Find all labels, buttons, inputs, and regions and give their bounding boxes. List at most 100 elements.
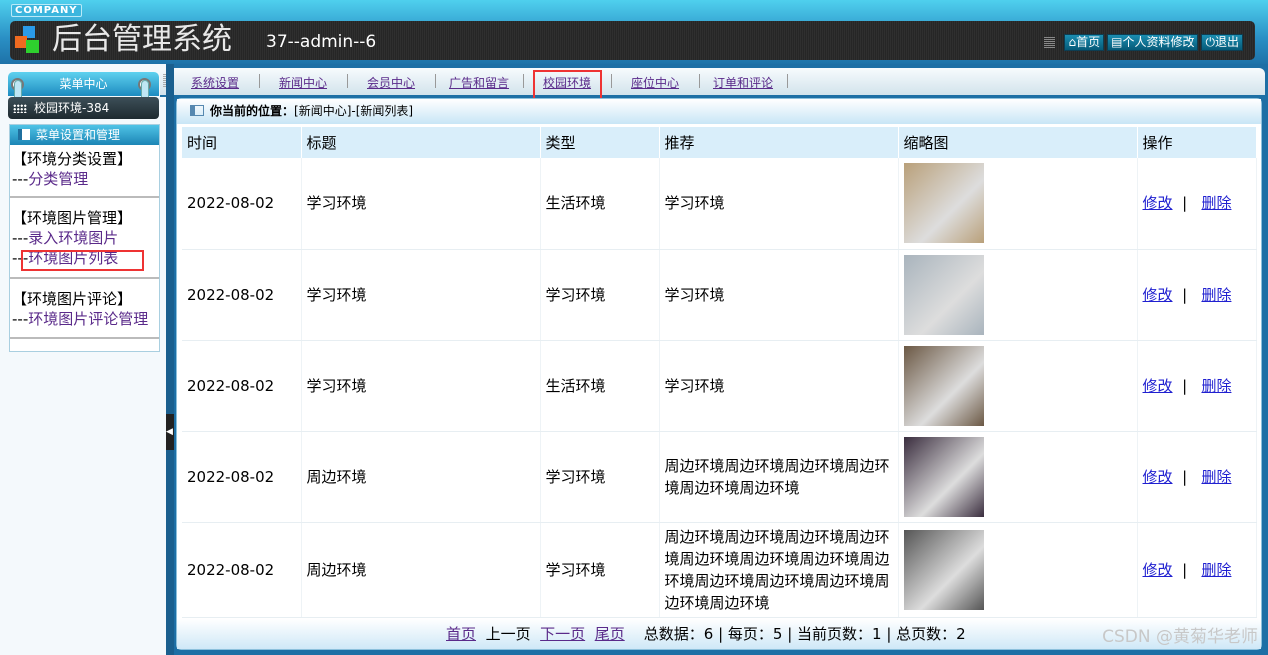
data-table: 时间 标题 类型 推荐 缩略图 操作 2022-08-02 学习环境 生活环境 … <box>182 127 1257 618</box>
edit-link[interactable]: 修改 <box>1143 377 1173 395</box>
thumbnail-image[interactable] <box>903 529 984 610</box>
header: COMPANY 后台管理系统 37--admin--6 ⌂首页 ▤个人资料修改 … <box>0 0 1268 64</box>
highlight-box <box>21 250 144 271</box>
nav-item-news[interactable]: 新闻中心 <box>279 74 327 91</box>
cell-recommend: 学习环境 <box>659 158 899 250</box>
profile-edit-button[interactable]: ▤个人资料修改 <box>1107 34 1199 51</box>
cell-thumbnail <box>898 340 1138 432</box>
cell-thumbnail <box>898 158 1138 250</box>
col-title: 标题 <box>301 127 541 158</box>
cell-type: 学习环境 <box>540 431 660 523</box>
cell-title: 周边环境 <box>301 431 541 523</box>
link-comment-manage[interactable]: 环境图片评论管理 <box>28 310 148 328</box>
user-info: 37--admin--6 <box>266 32 377 52</box>
cell-date: 2022-08-02 <box>182 431 302 523</box>
table-row: 2022-08-02 学习环境 生活环境 学习环境 修改 | 删除 <box>182 340 1257 432</box>
table-row: 2022-08-02 周边环境 学习环境 周边环境周边环境周边环境周边环境周边环… <box>182 431 1257 523</box>
app-title: 后台管理系统 <box>52 22 232 57</box>
cell-title: 学习环境 <box>301 249 541 341</box>
list-icon <box>18 129 30 140</box>
edit-link[interactable]: 修改 <box>1143 194 1173 212</box>
thumbnail-image[interactable] <box>903 436 984 517</box>
cell-type: 生活环境 <box>540 340 660 432</box>
home-icon: ⌂ <box>1068 35 1077 49</box>
cell-recommend: 学习环境 <box>659 249 899 341</box>
thumbnail-image[interactable] <box>903 163 984 244</box>
delete-link[interactable]: 删除 <box>1201 561 1231 579</box>
table-row: 2022-08-02 学习环境 学习环境 学习环境 修改 | 删除 <box>182 249 1257 341</box>
cell-recommend: 周边环境周边环境周边环境周边环境周边环境周边环境 <box>659 431 899 523</box>
page-summary: 总数据：6 | 每页：5 | 当前页数：1 | 总页数：2 <box>643 625 966 643</box>
power-icon: ⏻ <box>1205 35 1215 49</box>
delete-link[interactable]: 删除 <box>1201 286 1231 304</box>
menu-lines-icon <box>1044 37 1056 48</box>
col-thumbnail: 缩略图 <box>898 127 1138 158</box>
delete-link[interactable]: 删除 <box>1201 468 1231 486</box>
menu-box-header: 菜单设置和管理 <box>10 125 159 145</box>
edit-link[interactable]: 修改 <box>1143 468 1173 486</box>
cell-date: 2022-08-02 <box>182 249 302 341</box>
main-panel: 你当前的位置：[新闻中心]-[新闻列表] 时间 标题 类型 推荐 缩略图 操作 … <box>176 98 1262 650</box>
cell-actions: 修改 | 删除 <box>1137 340 1257 432</box>
cell-type: 学习环境 <box>540 522 660 618</box>
splitter[interactable] <box>166 64 174 655</box>
cell-actions: 修改 | 删除 <box>1137 249 1257 341</box>
current-module[interactable]: 校园环境-384 <box>8 97 159 119</box>
thumbnail-image[interactable] <box>903 345 984 426</box>
cell-actions: 修改 | 删除 <box>1137 522 1257 618</box>
prev-page: 上一页 <box>485 625 531 643</box>
cell-recommend: 周边环境周边环境周边环境周边环境周边环境周边环境周边环境周边环境周边环境周边环境… <box>659 522 899 618</box>
edit-link[interactable]: 修改 <box>1143 561 1173 579</box>
cell-type: 学习环境 <box>540 249 660 341</box>
breadcrumb: 你当前的位置：[新闻中心]-[新闻列表] <box>177 99 1261 124</box>
grid-icon <box>13 104 27 113</box>
cell-title: 周边环境 <box>301 522 541 618</box>
cell-thumbnail <box>898 522 1138 618</box>
cell-thumbnail <box>898 249 1138 341</box>
cell-recommend: 学习环境 <box>659 340 899 432</box>
nav-item-ads[interactable]: 广告和留言 <box>449 74 509 91</box>
title-bar: 后台管理系统 37--admin--6 ⌂首页 ▤个人资料修改 ⏻退出 <box>10 21 1255 60</box>
table-row: 2022-08-02 周边环境 学习环境 周边环境周边环境周边环境周边环境周边环… <box>182 522 1257 618</box>
panel-icon <box>190 105 204 116</box>
nav-item-seats[interactable]: 座位中心 <box>631 74 679 91</box>
logout-button[interactable]: ⏻退出 <box>1201 34 1243 51</box>
last-page-link[interactable]: 尾页 <box>595 625 625 643</box>
nav-item-system[interactable]: 系统设置 <box>191 74 239 91</box>
cell-date: 2022-08-02 <box>182 158 302 250</box>
edit-link[interactable]: 修改 <box>1143 286 1173 304</box>
pagination: 首页 上一页 下一页 尾页 总数据：6 | 每页：5 | 当前页数：1 | 总页… <box>177 619 1261 649</box>
document-icon: ▤ <box>1111 35 1123 49</box>
cell-title: 学习环境 <box>301 340 541 432</box>
first-page-link[interactable]: 首页 <box>446 625 476 643</box>
thumbnail-image[interactable] <box>903 254 984 335</box>
cell-actions: 修改 | 删除 <box>1137 431 1257 523</box>
cell-date: 2022-08-02 <box>182 522 302 618</box>
col-recommend: 推荐 <box>659 127 899 158</box>
menu-box: 菜单设置和管理 【环境分类设置】 ---分类管理 【环境图片管理】 ---录入环境图… <box>9 124 160 352</box>
menu-center-header: 菜单中心 <box>8 72 159 96</box>
company-label: COMPANY <box>11 4 82 17</box>
col-time: 时间 <box>182 127 302 158</box>
delete-link[interactable]: 删除 <box>1201 194 1231 212</box>
top-nav: 系统设置 新闻中心 会员中心 广告和留言 校园环境 座位中心 订单和评论 <box>160 68 1265 97</box>
cell-type: 生活环境 <box>540 158 660 250</box>
cell-thumbnail <box>898 431 1138 523</box>
nav-item-members[interactable]: 会员中心 <box>367 74 415 91</box>
col-type: 类型 <box>540 127 660 158</box>
link-category-manage[interactable]: 分类管理 <box>28 170 88 188</box>
nav-item-orders[interactable]: 订单和评论 <box>713 74 773 91</box>
watermark: CSDN @黄菊华老师 <box>1102 627 1258 647</box>
cell-date: 2022-08-02 <box>182 340 302 432</box>
next-page-link[interactable]: 下一页 <box>540 625 585 643</box>
highlight-box <box>533 70 602 101</box>
cell-actions: 修改 | 删除 <box>1137 158 1257 250</box>
collapse-handle[interactable]: ◀ <box>166 414 174 450</box>
link-add-image[interactable]: 录入环境图片 <box>28 229 118 247</box>
home-button[interactable]: ⌂首页 <box>1064 34 1105 51</box>
col-actions: 操作 <box>1137 127 1257 158</box>
logo-cubes-icon <box>15 26 39 53</box>
cell-title: 学习环境 <box>301 158 541 250</box>
delete-link[interactable]: 删除 <box>1201 377 1231 395</box>
table-row: 2022-08-02 学习环境 生活环境 学习环境 修改 | 删除 <box>182 158 1257 250</box>
